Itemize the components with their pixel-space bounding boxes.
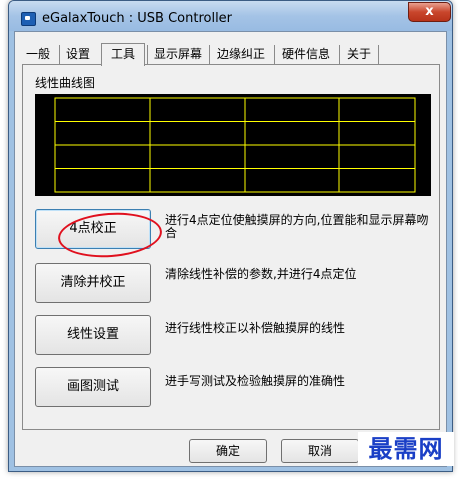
ok-button[interactable]: 确定 xyxy=(189,439,267,463)
title-bar[interactable]: eGalaxTouch : USB Controller x xyxy=(9,1,452,31)
linearity-settings-button[interactable]: 线性设置 xyxy=(35,315,151,355)
window-title: eGalaxTouch : USB Controller xyxy=(42,11,233,26)
linearity-curve-chart xyxy=(35,94,431,196)
draw-test-description: 进手写测试及检验触摸屏的准确性 xyxy=(165,374,346,388)
site-watermark: 最需网 xyxy=(358,432,454,466)
clear-and-calibrate-button[interactable]: 清除并校正 xyxy=(35,263,151,303)
tab-about[interactable]: 关于 xyxy=(339,45,379,64)
cancel-button[interactable]: 取消 xyxy=(281,439,359,463)
tools-tab-panel: 线性曲线图 4点校正 进行4点定位使触摸屏的方向,位置能和显示屏幕吻合 清除并校… xyxy=(22,64,440,430)
tab-settings[interactable]: 设置 xyxy=(59,45,96,64)
tab-hardware-info[interactable]: 硬件信息 xyxy=(274,45,337,64)
four-point-calibration-button[interactable]: 4点校正 xyxy=(35,209,151,249)
four-point-calibration-description: 进行4点定位使触摸屏的方向,位置能和显示屏幕吻合 xyxy=(165,213,429,240)
tab-general[interactable]: 一般 xyxy=(23,45,53,64)
dialog-client-area: 一般 设置 工具 显示屏幕 边缘纠正 硬件信息 关于 线性曲线图 4点校正 进行… xyxy=(14,31,447,467)
tab-edge-correction[interactable]: 边缘纠正 xyxy=(209,45,272,64)
clear-and-calibrate-description: 清除线性补偿的参数,并进行4点定位 xyxy=(165,267,357,281)
tab-display[interactable]: 显示屏幕 xyxy=(147,45,208,64)
draw-test-button[interactable]: 画图测试 xyxy=(35,367,151,407)
app-icon xyxy=(21,12,36,26)
tab-strip: 一般 设置 工具 显示屏幕 边缘纠正 硬件信息 关于 xyxy=(23,43,443,66)
dialog-window: eGalaxTouch : USB Controller x 一般 设置 工具 … xyxy=(8,0,453,472)
linearity-grid xyxy=(54,97,416,193)
tab-tools[interactable]: 工具 xyxy=(101,43,145,66)
linearity-settings-description: 进行线性校正以补偿触摸屏的线性 xyxy=(165,321,346,335)
linearity-curve-label: 线性曲线图 xyxy=(35,76,96,90)
close-button[interactable]: x xyxy=(408,2,451,22)
